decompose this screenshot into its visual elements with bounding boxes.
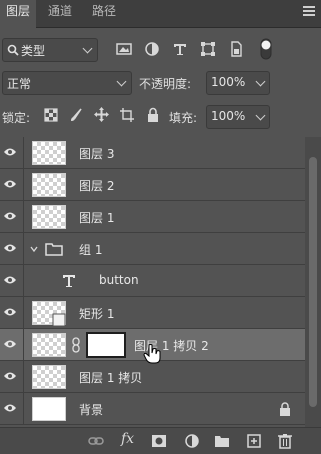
- chevron-down-icon: [255, 76, 266, 87]
- visibility-toggle[interactable]: [0, 201, 24, 233]
- layer-name[interactable]: 图层 1: [79, 209, 114, 226]
- layer-name[interactable]: 图层 3: [79, 145, 114, 162]
- visibility-toggle[interactable]: [0, 233, 24, 265]
- chevron-down-icon: [255, 110, 266, 121]
- bottom-toolbar: fx: [0, 427, 321, 454]
- image-filter-icon[interactable]: [116, 41, 132, 57]
- adjustment-layer-icon[interactable]: [184, 433, 200, 449]
- eye-icon: [4, 372, 16, 380]
- layer-thumbnail[interactable]: [32, 333, 66, 357]
- eye-icon: [4, 180, 16, 188]
- layer-row-selected[interactable]: 图层 1 拷贝 2: [0, 329, 305, 364]
- chevron-down-icon[interactable]: [30, 244, 38, 254]
- layer-row[interactable]: button: [0, 265, 305, 297]
- tab-channels[interactable]: 通道: [42, 0, 78, 28]
- layer-thumbnail[interactable]: [32, 205, 66, 229]
- eye-icon: [4, 340, 16, 348]
- lock-transparent-pixels-icon[interactable]: [44, 108, 58, 122]
- new-group-icon[interactable]: [214, 433, 230, 449]
- tab-paths[interactable]: 路径: [86, 0, 122, 28]
- visibility-toggle[interactable]: [0, 137, 24, 169]
- layer-name[interactable]: 图层 2: [79, 177, 114, 194]
- search-icon: [7, 44, 19, 56]
- layer-row[interactable]: 图层 1 拷贝: [0, 361, 305, 393]
- smart-object-filter-icon[interactable]: [228, 41, 244, 57]
- fill-field[interactable]: 100%: [206, 105, 270, 129]
- visibility-toggle[interactable]: [0, 393, 24, 425]
- panel-tab-bar: 图层 通道 路径: [0, 0, 321, 29]
- layer-name[interactable]: button: [99, 273, 139, 287]
- folder-icon: [45, 243, 63, 256]
- eye-icon: [4, 212, 16, 220]
- layer-row[interactable]: 图层 3: [0, 137, 305, 169]
- add-mask-icon[interactable]: [151, 433, 167, 449]
- lock-image-pixels-icon[interactable]: [69, 108, 83, 122]
- fill-value: 100%: [211, 109, 246, 123]
- visibility-toggle[interactable]: [0, 169, 24, 201]
- layer-row[interactable]: 图层 1: [0, 201, 305, 233]
- filter-kind-dropdown[interactable]: 类型: [2, 38, 98, 62]
- eye-icon: [4, 308, 16, 316]
- filter-toggle-icon[interactable]: [260, 38, 272, 60]
- layer-mask-thumbnail[interactable]: [86, 332, 126, 358]
- eye-icon: [4, 404, 16, 412]
- eye-icon: [4, 244, 16, 252]
- chevron-down-icon: [82, 43, 93, 54]
- shape-filter-icon[interactable]: [200, 41, 216, 57]
- link-layers-icon[interactable]: [88, 433, 104, 449]
- panel-menu-icon[interactable]: [303, 6, 315, 16]
- group-row[interactable]: 组 1: [0, 233, 305, 265]
- lock-icon[interactable]: [279, 402, 291, 416]
- visibility-toggle[interactable]: [0, 329, 24, 361]
- layers-list: 图层 3 图层 2 图层 1 组 1 button 矩形 1 图层 1 拷贝 2…: [0, 137, 305, 427]
- visibility-toggle[interactable]: [0, 297, 24, 329]
- layer-row[interactable]: 矩形 1: [0, 297, 305, 329]
- blend-mode-dropdown[interactable]: 正常: [2, 71, 132, 95]
- scrollbar-thumb[interactable]: [309, 157, 317, 407]
- eye-icon: [4, 276, 16, 284]
- layers-scrollbar[interactable]: [305, 137, 321, 427]
- opacity-label: 不透明度:: [139, 77, 192, 91]
- opacity-value: 100%: [211, 75, 246, 89]
- layer-name[interactable]: 图层 1 拷贝: [79, 369, 142, 386]
- type-filter-icon[interactable]: [172, 41, 188, 57]
- layer-thumbnail[interactable]: [32, 173, 66, 197]
- layer-name[interactable]: 背景: [79, 401, 103, 418]
- layer-thumbnail[interactable]: [32, 397, 66, 421]
- new-layer-icon[interactable]: [246, 433, 262, 449]
- lock-label: 锁定:: [2, 111, 31, 125]
- lock-position-icon[interactable]: [94, 107, 109, 122]
- lock-all-icon[interactable]: [147, 107, 159, 122]
- blend-mode-value: 正常: [7, 77, 32, 91]
- fill-label: 填充:: [169, 111, 198, 125]
- layer-thumbnail[interactable]: [32, 365, 66, 389]
- text-layer-icon: [63, 275, 75, 287]
- adjustment-filter-icon[interactable]: [144, 41, 160, 57]
- visibility-toggle[interactable]: [0, 361, 24, 393]
- chevron-down-icon: [116, 76, 127, 87]
- delete-layer-icon[interactable]: [277, 433, 293, 449]
- shape-layer-icon: [52, 313, 66, 327]
- tab-layers[interactable]: 图层: [0, 0, 37, 29]
- filter-kind-label: 类型: [21, 44, 46, 58]
- eye-icon: [4, 148, 16, 156]
- layer-name[interactable]: 矩形 1: [79, 305, 114, 322]
- layer-row[interactable]: 背景: [0, 393, 305, 425]
- opacity-field[interactable]: 100%: [206, 71, 270, 95]
- link-icon[interactable]: [71, 337, 81, 353]
- fx-button[interactable]: fx: [121, 431, 134, 447]
- layer-row[interactable]: 图层 2: [0, 169, 305, 201]
- layer-thumbnail[interactable]: [32, 141, 66, 165]
- lock-artboard-icon[interactable]: [120, 108, 134, 122]
- layer-name[interactable]: 组 1: [79, 241, 102, 258]
- visibility-toggle[interactable]: [0, 265, 24, 297]
